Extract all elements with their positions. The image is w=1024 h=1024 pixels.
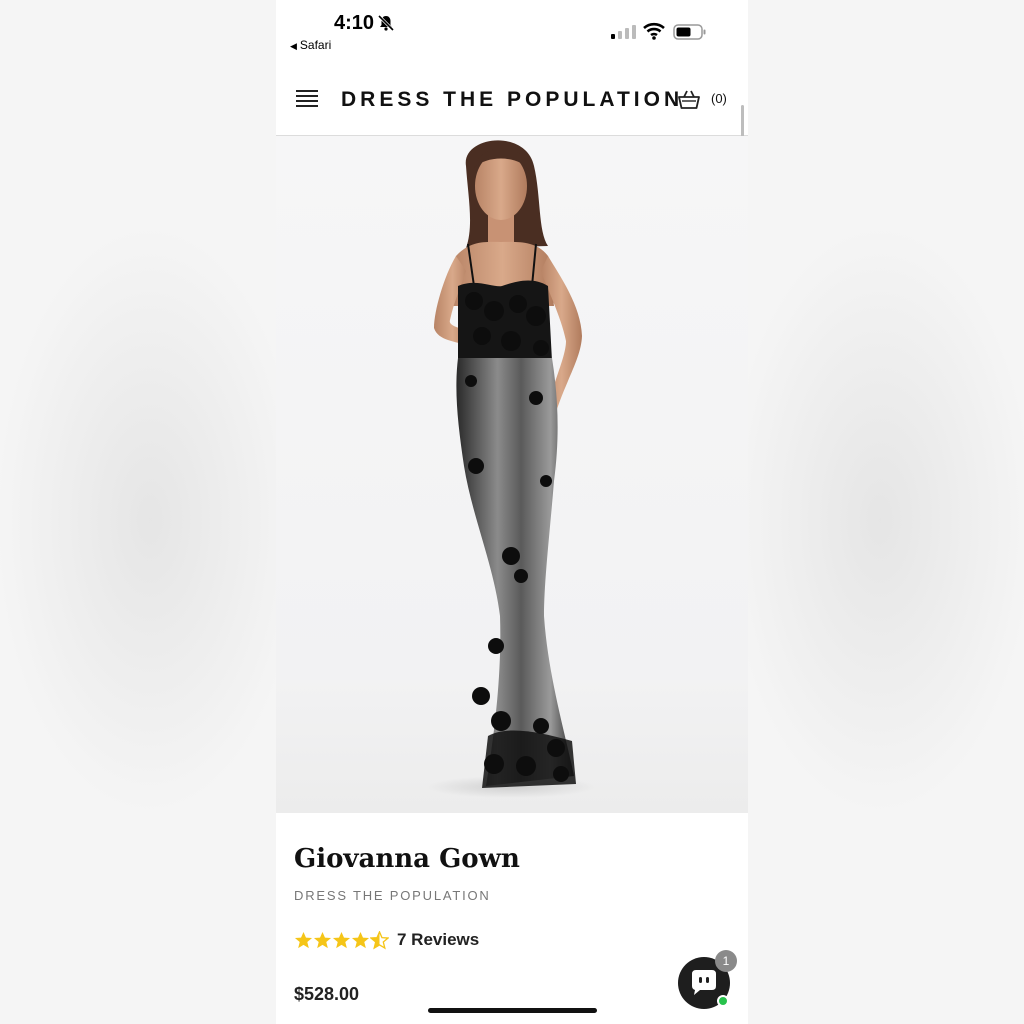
status-time: 4:10 bbox=[334, 12, 375, 34]
product-title: Giovanna Gown bbox=[294, 844, 520, 874]
online-status-dot bbox=[717, 995, 729, 1007]
wifi-icon bbox=[643, 22, 665, 40]
star-full-icon bbox=[313, 931, 332, 948]
bell-slash-icon bbox=[377, 14, 395, 32]
chat-notification-badge: 1 bbox=[715, 950, 737, 972]
back-to-safari-link[interactable]: ◀ Safari bbox=[290, 38, 331, 52]
status-bar: 4:10 ◀ Safari bbox=[276, 0, 748, 60]
product-brand[interactable]: DRESS THE POPULATION bbox=[294, 888, 491, 903]
star-full-icon bbox=[351, 931, 370, 948]
back-app-label: Safari bbox=[299, 38, 332, 52]
product-rating[interactable]: 7 Reviews bbox=[294, 928, 479, 952]
phone-screen: 4:10 ◀ Safari DRESS THE POPULATION (0) G… bbox=[276, 0, 748, 1024]
cellular-signal-icon bbox=[611, 25, 636, 39]
star-half-icon bbox=[370, 930, 389, 950]
home-indicator[interactable] bbox=[428, 1008, 597, 1013]
shopping-basket-icon[interactable] bbox=[677, 89, 701, 111]
star-full-icon bbox=[294, 931, 313, 948]
product-info: Giovanna Gown DRESS THE POPULATION 7 Rev… bbox=[294, 834, 734, 1004]
site-header: DRESS THE POPULATION (0) bbox=[276, 68, 748, 136]
product-price: $528.00 bbox=[294, 984, 360, 1004]
site-logo[interactable]: DRESS THE POPULATION bbox=[341, 88, 683, 112]
star-full-icon bbox=[332, 931, 351, 948]
hamburger-icon[interactable] bbox=[296, 90, 318, 110]
cart-count[interactable]: (0) bbox=[711, 91, 727, 106]
model-in-gown-illustration bbox=[434, 140, 582, 788]
product-image[interactable] bbox=[276, 136, 748, 813]
back-arrow-icon: ◀ bbox=[290, 41, 297, 51]
battery-icon bbox=[673, 24, 706, 40]
reviews-link[interactable]: 7 Reviews bbox=[397, 930, 479, 950]
